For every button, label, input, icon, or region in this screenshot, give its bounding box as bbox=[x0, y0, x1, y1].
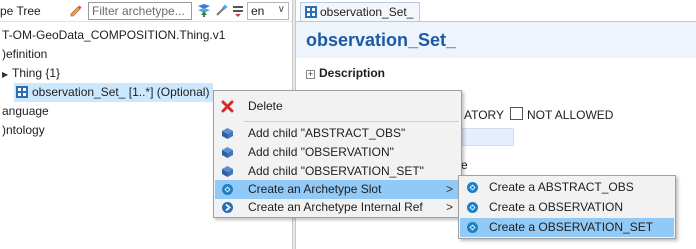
archetype-slot-icon bbox=[221, 183, 234, 196]
menu-item-add-observation-set[interactable]: Add child "OBSERVATION_SET" bbox=[215, 162, 460, 181]
menu-item-create-archetype-slot[interactable]: Create an Archetype Slot > bbox=[215, 180, 460, 199]
tab-observation-set[interactable]: observation_Set_ bbox=[300, 2, 421, 21]
menu-item-label: Create a OBSERVATION_SET bbox=[489, 220, 654, 234]
tree-item-root[interactable]: T-OM-GeoData_COMPOSITION.Thing.v1 bbox=[2, 26, 225, 45]
tree-item-label: )efinition bbox=[2, 47, 48, 61]
tree-item-label: T-OM-GeoData_COMPOSITION.Thing.v1 bbox=[2, 28, 226, 42]
tree-item-language[interactable]: anguage bbox=[2, 102, 49, 121]
menu-item-delete[interactable]: Delete bbox=[215, 97, 460, 116]
menu-item-label: Add child "OBSERVATION_SET" bbox=[248, 164, 424, 178]
add-child-icon bbox=[221, 146, 234, 159]
panel-title: pe Tree bbox=[0, 4, 41, 18]
description-label: Description bbox=[319, 66, 386, 80]
internal-ref-icon bbox=[221, 201, 234, 214]
mandatory-label: ATORY bbox=[464, 108, 505, 122]
archetype-slot-icon bbox=[466, 201, 479, 214]
tab-label: observation_Set_ bbox=[320, 5, 414, 19]
filter-archetype-input[interactable] bbox=[88, 2, 192, 20]
submenu-arrow-icon: > bbox=[445, 200, 453, 214]
menu-item-label: Add child "ABSTRACT_OBS" bbox=[248, 126, 406, 140]
description-section-toggle[interactable]: + Description bbox=[306, 66, 385, 80]
tree-item-label: Thing {1} bbox=[12, 66, 61, 80]
tree-item-observation-set[interactable]: observation_Set_ [1..*] (Optional) bbox=[14, 83, 214, 102]
menu-item-label: Create a ABSTRACT_OBS bbox=[489, 180, 634, 194]
chevron-down-icon: ∨ bbox=[277, 4, 285, 15]
cluster-icon bbox=[16, 85, 28, 98]
filter-options-icon[interactable] bbox=[196, 2, 212, 18]
menu-item-label: Create an Archetype Slot bbox=[248, 182, 382, 196]
cluster-icon bbox=[305, 6, 317, 18]
language-value: en bbox=[251, 4, 265, 18]
submenu-item-create-observation-set[interactable]: Create a OBSERVATION_SET bbox=[460, 218, 674, 237]
archetype-slot-icon bbox=[466, 181, 479, 194]
collapse-all-icon[interactable] bbox=[230, 2, 246, 18]
menu-item-add-abstract-obs[interactable]: Add child "ABSTRACT_OBS" bbox=[215, 124, 460, 143]
add-child-icon bbox=[221, 127, 234, 140]
menu-item-label: Add child "OBSERVATION" bbox=[248, 145, 394, 159]
occurrence-field[interactable] bbox=[458, 128, 514, 146]
archetype-slot-icon bbox=[466, 221, 479, 234]
pencil-icon[interactable] bbox=[68, 2, 84, 18]
add-child-icon bbox=[221, 165, 234, 178]
tree-toolbar: pe Tree en ∨ bbox=[0, 0, 292, 22]
wand-icon[interactable] bbox=[214, 2, 230, 18]
expand-plus-icon[interactable]: + bbox=[306, 70, 315, 79]
menu-separator bbox=[244, 121, 459, 122]
tree-item-label: )ntology bbox=[2, 123, 45, 137]
menu-item-label: Delete bbox=[248, 99, 283, 113]
tree-item-ontology[interactable]: )ntology bbox=[2, 121, 45, 140]
submenu-item-create-abstract-obs[interactable]: Create a ABSTRACT_OBS bbox=[460, 178, 674, 197]
tree-item-label: observation_Set_ [1..*] (Optional) bbox=[32, 85, 210, 99]
menu-item-label: Create a OBSERVATION bbox=[489, 200, 624, 214]
menu-item-label: Create an Archetype Internal Ref bbox=[248, 200, 423, 214]
tree-item-thing[interactable]: ▶ Thing {1} bbox=[2, 64, 60, 83]
delete-icon bbox=[221, 100, 234, 113]
expander-icon[interactable]: ▶ bbox=[2, 65, 12, 84]
not-allowed-checkbox[interactable] bbox=[510, 107, 523, 120]
partial-label: e bbox=[461, 158, 468, 172]
context-menu: Delete Add child "ABSTRACT_OBS" Add chil… bbox=[213, 90, 462, 218]
submenu-item-create-observation[interactable]: Create a OBSERVATION bbox=[460, 198, 674, 217]
tree-item-label: anguage bbox=[2, 104, 49, 118]
archetype-slot-submenu: Create a ABSTRACT_OBS Create a OBSERVATI… bbox=[458, 175, 676, 239]
menu-item-create-internal-ref[interactable]: Create an Archetype Internal Ref > bbox=[215, 198, 460, 217]
menu-item-add-observation[interactable]: Add child "OBSERVATION" bbox=[215, 143, 460, 162]
not-allowed-label: NOT ALLOWED bbox=[527, 108, 614, 122]
editor-title: observation_Set_ bbox=[306, 30, 457, 50]
tree-item-definition[interactable]: )efinition bbox=[2, 45, 47, 64]
submenu-arrow-icon: > bbox=[445, 182, 453, 196]
language-select[interactable]: en ∨ bbox=[247, 2, 289, 20]
